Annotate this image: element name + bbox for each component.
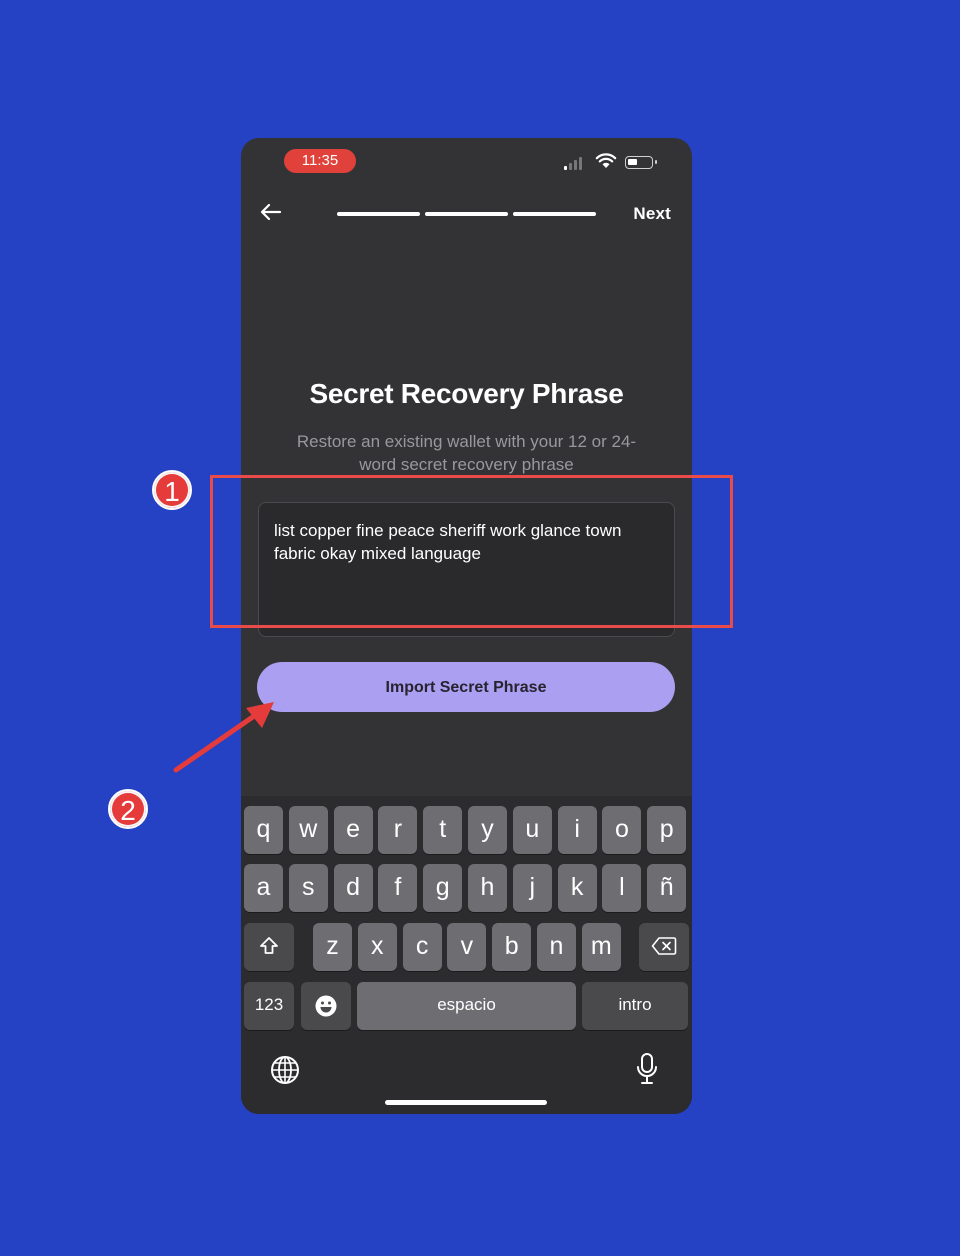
key-z[interactable]: z [313, 923, 352, 971]
key-y[interactable]: y [468, 806, 507, 854]
key-c[interactable]: c [402, 923, 442, 971]
keyboard-row-1: qwertyuiop [241, 806, 692, 854]
key-o[interactable]: o [602, 806, 642, 854]
key-x[interactable]: x [357, 923, 397, 971]
key-p[interactable]: p [647, 806, 687, 854]
keyboard-row-4: 123 espacio intro [241, 982, 692, 1030]
step-indicator [425, 212, 508, 216]
numbers-key[interactable]: 123 [244, 982, 294, 1030]
key-k[interactable]: k [557, 864, 597, 912]
step-indicator [513, 212, 596, 216]
key-n[interactable]: n [537, 923, 576, 971]
key-m[interactable]: m [581, 923, 621, 971]
key-i[interactable]: i [557, 806, 597, 854]
shift-key[interactable] [244, 923, 294, 971]
key-g[interactable]: g [423, 864, 463, 912]
keyboard-bottom-bar [241, 1040, 692, 1100]
page-subtitle: Restore an existing wallet with your 12 … [296, 432, 637, 474]
key-t[interactable]: t [423, 806, 463, 854]
key-b[interactable]: b [492, 923, 532, 971]
key-ñ[interactable]: ñ [647, 864, 687, 912]
key-u[interactable]: u [512, 806, 552, 854]
key-a[interactable]: a [244, 864, 283, 912]
step-progress [337, 212, 596, 216]
keyboard-row-2: asdfghjklñ [241, 864, 692, 912]
key-v[interactable]: v [447, 923, 487, 971]
step-badge-1: 1 [152, 470, 192, 510]
back-button[interactable] [257, 198, 285, 226]
top-nav: Next [241, 194, 692, 234]
key-r[interactable]: r [378, 806, 418, 854]
page-title: Secret Recovery Phrase [309, 378, 624, 409]
wifi-icon [595, 153, 617, 168]
status-time: 11:35 [284, 149, 356, 173]
emoji-icon [315, 995, 337, 1017]
return-key[interactable]: intro [582, 982, 688, 1030]
space-key[interactable]: espacio [357, 982, 576, 1030]
battery-icon [625, 156, 657, 169]
highlight-box [210, 475, 733, 628]
backspace-icon [651, 937, 677, 955]
globe-icon[interactable] [269, 1054, 301, 1086]
arrow-left-icon [260, 203, 282, 221]
key-l[interactable]: l [602, 864, 642, 912]
key-e[interactable]: e [333, 806, 373, 854]
home-indicator[interactable] [385, 1100, 547, 1105]
key-q[interactable]: q [244, 806, 283, 854]
key-s[interactable]: s [288, 864, 328, 912]
step-indicator [337, 212, 420, 216]
status-bar: 11:35 [241, 138, 692, 188]
shift-icon [260, 937, 278, 954]
import-secret-phrase-button[interactable]: Import Secret Phrase [257, 662, 675, 712]
annotation-arrow-icon [173, 702, 274, 773]
cellular-signal-icon [564, 156, 586, 170]
key-j[interactable]: j [512, 864, 552, 912]
key-f[interactable]: f [378, 864, 418, 912]
delete-key[interactable] [639, 923, 689, 971]
keyboard: qwertyuiop asdfghjklñ zxcvbnm 123 espaci… [241, 796, 692, 1114]
emoji-key[interactable] [301, 982, 351, 1030]
key-h[interactable]: h [468, 864, 507, 912]
next-button[interactable]: Next [633, 204, 671, 224]
step-badge-2: 2 [108, 789, 148, 829]
keyboard-row-3: zxcvbnm [241, 923, 692, 971]
key-w[interactable]: w [288, 806, 328, 854]
key-d[interactable]: d [333, 864, 373, 912]
microphone-icon[interactable] [635, 1052, 659, 1086]
